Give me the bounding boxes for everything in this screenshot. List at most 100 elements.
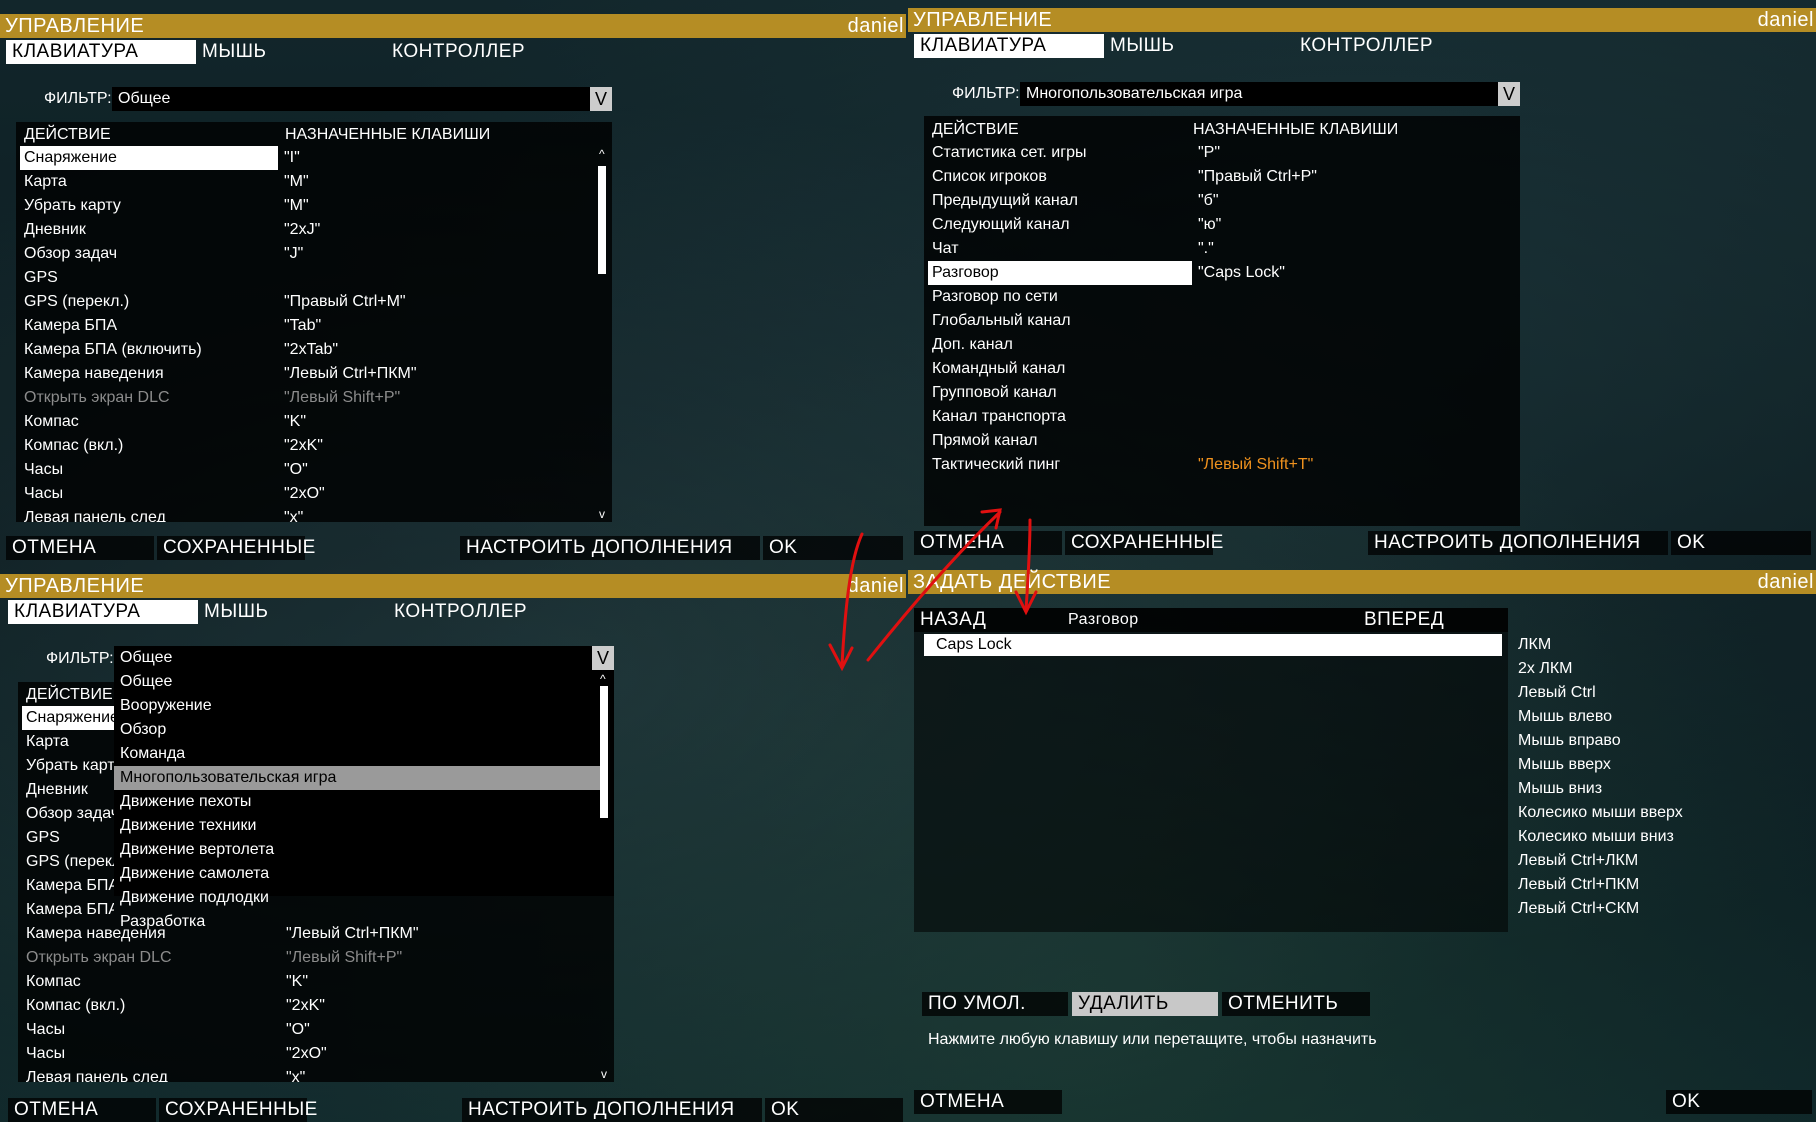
tab-controller[interactable]: КОНТРОЛЛЕР [1294, 34, 1494, 58]
scrollbar-thumb[interactable] [598, 166, 606, 274]
key-option[interactable]: Колесико мыши вверх [1518, 804, 1683, 822]
key-option[interactable]: Мышь влево [1518, 708, 1612, 726]
dropdown-option[interactable]: Движение подлодки [114, 886, 614, 910]
table-row[interactable]: Камера БПА "Tab" [20, 314, 590, 338]
chevron-down-icon[interactable]: V [1498, 82, 1520, 106]
table-row[interactable]: Разговор по сети [928, 285, 1498, 309]
key-option[interactable]: Левый Ctrl [1518, 684, 1596, 702]
configure-addons-button[interactable]: НАСТРОИТЬ ДОПОЛНЕНИЯ [460, 536, 760, 560]
dropdown-option[interactable]: Команда [114, 742, 614, 766]
ok-button[interactable]: OK [1666, 1090, 1812, 1114]
configure-addons-button[interactable]: НАСТРОИТЬ ДОПОЛНЕНИЯ [1368, 531, 1668, 555]
key-option[interactable]: Мышь вверх [1518, 756, 1611, 774]
table-row[interactable]: Глобальный канал [928, 309, 1498, 333]
cancel-button[interactable]: ОТМЕНА [6, 536, 154, 560]
tab-controller[interactable]: КОНТРОЛЛЕР [388, 600, 588, 624]
key-option[interactable]: Левый Ctrl+ЛКМ [1518, 852, 1638, 870]
table-row[interactable]: Следующий канал "ю" [928, 213, 1498, 237]
table-row[interactable]: Список игроков "Правый Ctrl+P" [928, 165, 1498, 189]
table-row[interactable]: Убрать карту [22, 754, 122, 778]
dropdown-option[interactable]: Обзор [114, 718, 614, 742]
ok-button[interactable]: OK [765, 1098, 903, 1122]
table-row[interactable]: Обзор задач "J" [20, 242, 590, 266]
scroll-up-icon[interactable]: ^ [600, 672, 606, 686]
dropdown-option[interactable]: Движение вертолета [114, 838, 614, 862]
scrollbar-thumb[interactable] [600, 686, 608, 818]
key-option[interactable]: Мышь вправо [1518, 732, 1621, 750]
dropdown-option[interactable]: Вооружение [114, 694, 614, 718]
table-row[interactable]: GPS [20, 266, 590, 290]
key-option[interactable]: Левый Ctrl+СКМ [1518, 900, 1639, 918]
key-option[interactable]: ЛКМ [1518, 636, 1551, 654]
table-row[interactable]: Снаряжение "I" [20, 146, 590, 170]
cancel-button[interactable]: ОТМЕНА [8, 1098, 156, 1122]
table-row[interactable]: Статистика сет. игры "P" [928, 141, 1498, 165]
key-option[interactable]: 2x ЛКМ [1518, 660, 1573, 678]
delete-button[interactable]: УДАЛИТЬ [1072, 992, 1218, 1016]
chevron-down-icon[interactable]: V [592, 646, 614, 670]
scroll-down-icon[interactable]: v [601, 1067, 607, 1081]
table-row[interactable]: Обзор задач [22, 802, 122, 826]
tab-mouse[interactable]: МЫШЬ [198, 600, 388, 624]
table-row[interactable]: GPS (перекл.) "Правый Ctrl+M" [20, 290, 590, 314]
table-row[interactable]: Камера БПА (включить) "2xTab" [20, 338, 590, 362]
table-row[interactable]: Дневник "2xJ" [20, 218, 590, 242]
table-row[interactable]: GPS (перекл. [22, 850, 122, 874]
tab-mouse[interactable]: МЫШЬ [196, 40, 386, 64]
undo-button[interactable]: ОТМЕНИТЬ [1222, 992, 1370, 1016]
dropdown-option[interactable]: Движение самолета [114, 862, 614, 886]
scroll-up-icon[interactable]: ^ [599, 147, 605, 161]
assigned-key-item[interactable]: Caps Lock [924, 634, 1502, 656]
dropdown-option[interactable]: Многопользовательская игра [114, 766, 600, 790]
table-row[interactable]: Снаряжение [22, 706, 122, 730]
key-option[interactable]: Колесико мыши вниз [1518, 828, 1674, 846]
table-row[interactable]: Компас "K" [20, 410, 590, 434]
filter-select[interactable]: Многопользовательская игра V [1020, 82, 1520, 106]
key-option[interactable]: Левый Ctrl+ПКМ [1518, 876, 1639, 894]
tab-controller[interactable]: КОНТРОЛЛЕР [386, 40, 586, 64]
table-row[interactable]: Компас (вкл.) "2xK" [22, 994, 592, 1018]
table-row[interactable]: Левая панель след "x" [22, 1066, 592, 1082]
table-row[interactable]: Часы "2xO" [22, 1042, 592, 1066]
key-option[interactable]: Мышь вниз [1518, 780, 1602, 798]
table-row[interactable]: Открыть экран DLC "Левый Shift+P" [20, 386, 590, 410]
table-row[interactable]: Доп. канал [928, 333, 1498, 357]
table-row[interactable]: Канал транспорта [928, 405, 1498, 429]
dropdown-option[interactable]: Движение пехоты [114, 790, 614, 814]
dropdown-option[interactable]: Движение техники [114, 814, 614, 838]
dropdown-option[interactable]: Разработка [114, 910, 614, 934]
table-row[interactable]: Тактический пинг "Левый Shift+T" [928, 453, 1498, 477]
table-row[interactable]: Чат "." [928, 237, 1498, 261]
table-row[interactable]: Убрать карту "M" [20, 194, 590, 218]
table-row[interactable]: Разговор "Caps Lock" [928, 261, 1498, 285]
tab-keyboard[interactable]: КЛАВИАТУРА [914, 34, 1104, 58]
table-row[interactable]: Камера наведения "Левый Ctrl+ПКМ" [20, 362, 590, 386]
filter-select[interactable]: Общее V [112, 87, 612, 111]
saved-button[interactable]: СОХРАНЕННЫЕ [159, 1098, 317, 1122]
forward-button[interactable]: ВПЕРЕД [1358, 608, 1508, 632]
table-row[interactable]: Часы "2xO" [20, 482, 590, 506]
table-row[interactable]: Групповой канал [928, 381, 1498, 405]
table-row[interactable]: Карта [22, 730, 122, 754]
tab-keyboard[interactable]: КЛАВИАТУРА [8, 600, 198, 624]
table-row[interactable]: Часы "O" [20, 458, 590, 482]
table-row[interactable]: Компас (вкл.) "2xK" [20, 434, 590, 458]
table-row[interactable]: Камера БПА [22, 898, 122, 922]
table-row[interactable]: Открыть экран DLC "Левый Shift+P" [22, 946, 592, 970]
saved-button[interactable]: СОХРАНЕННЫЕ [1065, 531, 1223, 555]
dropdown-option[interactable]: Общее [114, 670, 614, 694]
ok-button[interactable]: OK [763, 536, 903, 560]
configure-addons-button[interactable]: НАСТРОИТЬ ДОПОЛНЕНИЯ [462, 1098, 762, 1122]
saved-button[interactable]: СОХРАНЕННЫЕ [157, 536, 315, 560]
table-row[interactable]: Компас "K" [22, 970, 592, 994]
scroll-down-icon[interactable]: v [599, 507, 605, 521]
table-row[interactable]: GPS [22, 826, 122, 850]
table-row[interactable]: Левая панель след "x" [20, 506, 590, 522]
cancel-button[interactable]: ОТМЕНА [914, 1090, 1062, 1114]
table-row[interactable]: Прямой канал [928, 429, 1498, 453]
tab-keyboard[interactable]: КЛАВИАТУРА [6, 40, 196, 64]
table-row[interactable]: Предыдущий канал "б" [928, 189, 1498, 213]
default-button[interactable]: ПО УМОЛ. [922, 992, 1068, 1016]
table-row[interactable]: Камера БПА [22, 874, 122, 898]
filter-select[interactable]: Общее V [114, 646, 614, 670]
